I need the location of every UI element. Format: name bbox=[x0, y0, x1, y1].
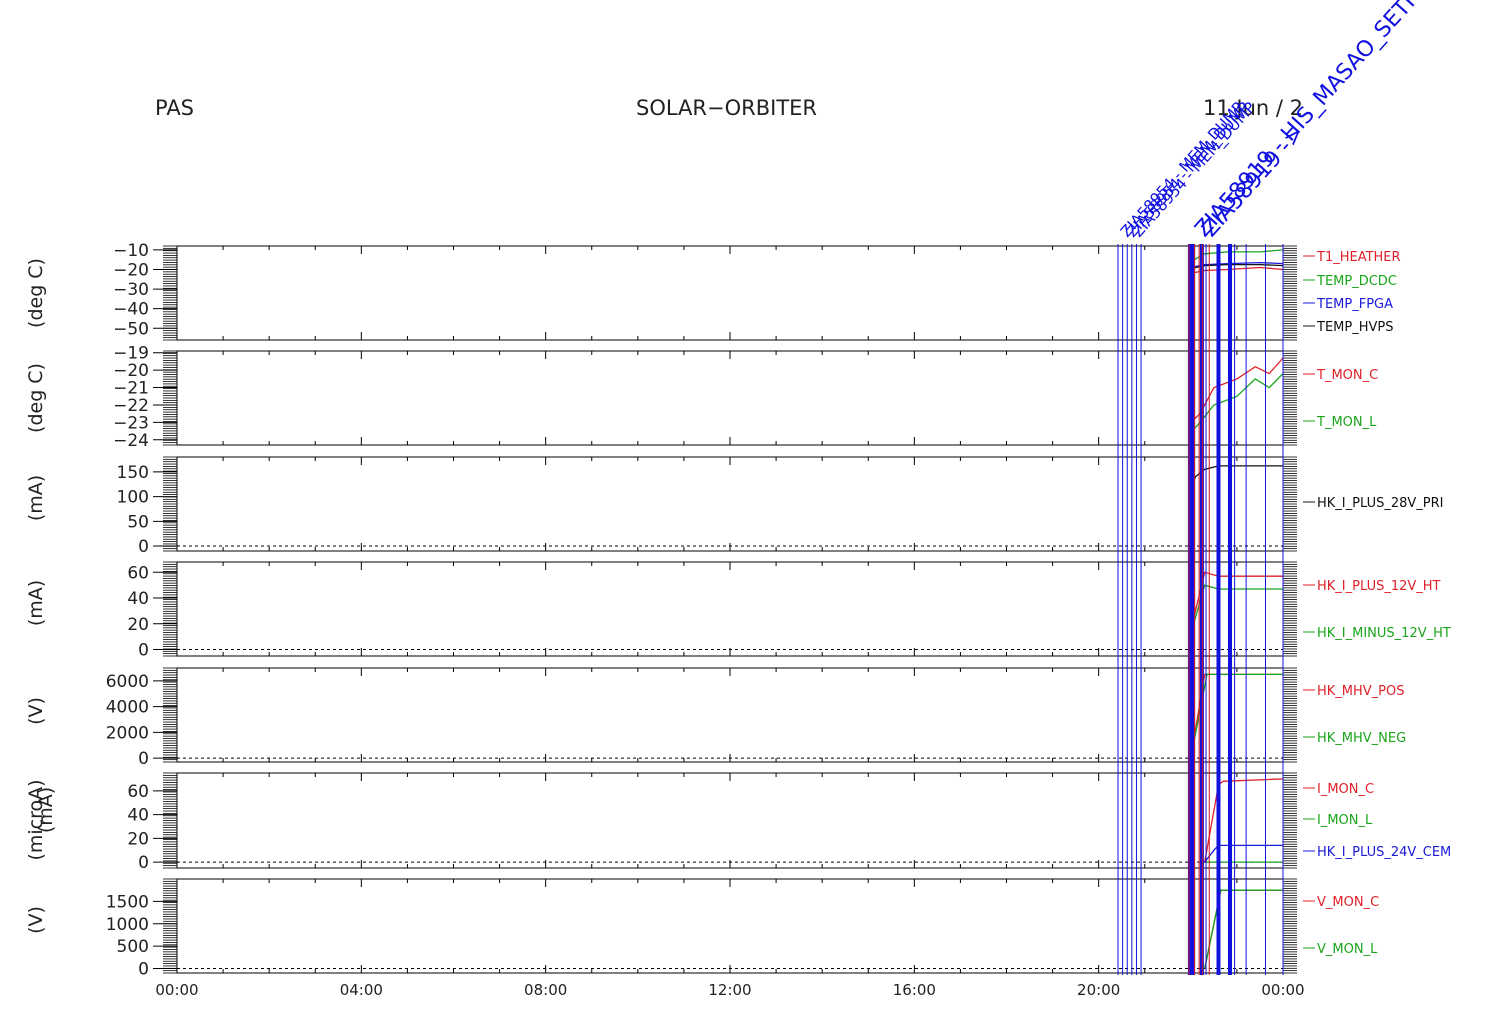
series-line-v_mon_l bbox=[1204, 889, 1283, 969]
y-tick-label: 1500 bbox=[106, 892, 149, 912]
event-markers bbox=[1117, 244, 1284, 975]
legend-label: T_MON_L bbox=[1316, 415, 1377, 430]
y-tick-label: −50 bbox=[113, 319, 149, 339]
housekeeping-plot: −10−20−30−40−50 (deg C) T1_HEATHER TEMP_DCD… bbox=[25, 0, 1451, 999]
panel-frame bbox=[176, 350, 1284, 446]
series-line-t_mon_l bbox=[1190, 373, 1284, 434]
legend-label: V_MON_L bbox=[1317, 942, 1378, 957]
legend-label: T_MON_C bbox=[1316, 368, 1378, 383]
y-axis-label: (V) bbox=[25, 697, 47, 725]
y-tick-label: −20 bbox=[113, 261, 149, 281]
legend-label: V_MON_C bbox=[1317, 895, 1379, 910]
panel-7: 0 5001000 1500 (V) V_MON_C V_MON_L bbox=[25, 878, 1379, 980]
panel-frame bbox=[176, 561, 1284, 657]
legend-label: T1_HEATHER bbox=[1316, 250, 1401, 265]
x-tick-label: 00:00 bbox=[155, 981, 198, 999]
x-tick-label: 00:00 bbox=[1261, 981, 1304, 999]
series-line-hk_mhv_neg bbox=[1190, 673, 1283, 759]
panel-frame bbox=[176, 456, 1284, 552]
y-tick-label: 150 bbox=[117, 463, 149, 483]
y-tick-label: −40 bbox=[113, 300, 149, 320]
series-line-hk_i_plus_28v_pri bbox=[1190, 465, 1283, 490]
series-line-hk_i_minus_12v_ht bbox=[1190, 584, 1283, 635]
series-line-temp_dcdc bbox=[1190, 249, 1284, 263]
panel-frame bbox=[176, 245, 1284, 341]
legend-label: TEMP_HVPS bbox=[1316, 320, 1393, 335]
y-tick-label: 6000 bbox=[106, 672, 149, 692]
legend-label: HK_I_PLUS_28V_PRI bbox=[1317, 496, 1443, 511]
legend-label: TEMP_FPGA bbox=[1316, 297, 1393, 312]
series-line-v_mon_c bbox=[1204, 889, 1283, 969]
y-tick-label: 20 bbox=[127, 615, 149, 635]
y-tick-label: 0 bbox=[138, 537, 149, 557]
y-axis-label: (deg C) bbox=[25, 363, 47, 433]
legend-label: HK_I_PLUS_12V_HT bbox=[1317, 579, 1441, 594]
series-line-hk_i_plus_24v_cem bbox=[1204, 844, 1283, 863]
y-tick-label: 4000 bbox=[106, 698, 149, 718]
y-tick-label: 20 bbox=[127, 829, 149, 849]
panel-2: −19−20−21−22−23−24(deg C) T_MON_CT_MON_L bbox=[25, 344, 1378, 451]
legend-label: HK_MHV_POS bbox=[1317, 684, 1405, 699]
y-tick-label: −10 bbox=[113, 241, 149, 261]
y-axis-label: (mA) bbox=[25, 475, 47, 521]
y-tick-label: 2000 bbox=[106, 723, 149, 743]
y-tick-label: 0 bbox=[138, 641, 149, 661]
series-line-hk_i_plus_12v_ht bbox=[1190, 571, 1283, 631]
series-line-i_mon_c bbox=[1204, 778, 1284, 863]
y-tick-label: 1000 bbox=[106, 915, 149, 935]
legend-label: I_MON_C bbox=[1317, 782, 1374, 797]
y-tick-label: −30 bbox=[113, 280, 149, 300]
panel-frame bbox=[176, 667, 1284, 763]
y-tick-label: 100 bbox=[117, 488, 149, 508]
y-tick-label: 0 bbox=[138, 853, 149, 873]
panel-6: 0204060(microA)(mA) I_MON_CI_MON_LHK_I_PL… bbox=[25, 772, 1451, 873]
legend-label: HK_I_MINUS_12V_HT bbox=[1317, 626, 1451, 641]
legend-label: TEMP_DCDC bbox=[1316, 274, 1397, 289]
y-tick-label: 0 bbox=[138, 960, 149, 980]
y-tick-label: 50 bbox=[127, 512, 149, 532]
series-line-t_mon_c bbox=[1190, 357, 1284, 423]
y-axis-label: (mA) bbox=[25, 580, 47, 626]
x-tick-label: 12:00 bbox=[708, 981, 751, 999]
legend-label: HK_MHV_NEG bbox=[1317, 731, 1406, 746]
y-axis-label: (deg C) bbox=[25, 258, 47, 328]
y-tick-label: 60 bbox=[127, 782, 149, 802]
x-tick-label: 20:00 bbox=[1077, 981, 1120, 999]
series-line-t1_heather bbox=[1190, 266, 1284, 275]
y-tick-label: 500 bbox=[117, 937, 149, 957]
y-tick-label: −24 bbox=[113, 431, 149, 451]
y-tick-label: 40 bbox=[127, 806, 149, 826]
y-tick-label: 60 bbox=[127, 563, 149, 583]
panel-4: 0 20 40 60 (mA) HK_I_PLUS_12V_HT HK_I_MINUS_12… bbox=[25, 561, 1451, 661]
panel-frame bbox=[176, 772, 1284, 869]
legend-label: HK_I_PLUS_24V_CEM bbox=[1317, 845, 1451, 860]
event-labels: ZIA58919 - HIS_MASAO_SETRTZIA58919 ->ZIA… bbox=[1117, 0, 1435, 242]
x-axis: 00:00 04:00 08:00 12:00 16:00 20:00 00:00 bbox=[155, 981, 1304, 999]
x-tick-label: 16:00 bbox=[893, 981, 936, 999]
panel-frame bbox=[176, 878, 1284, 974]
x-tick-label: 08:00 bbox=[524, 981, 567, 999]
legend-label: I_MON_L bbox=[1317, 813, 1373, 828]
y-axis-label: (mA) bbox=[35, 787, 57, 833]
y-tick-label: 0 bbox=[138, 749, 149, 769]
x-tick-label: 04:00 bbox=[340, 981, 383, 999]
y-tick-label: 40 bbox=[127, 589, 149, 609]
y-axis-label: (V) bbox=[25, 906, 47, 934]
